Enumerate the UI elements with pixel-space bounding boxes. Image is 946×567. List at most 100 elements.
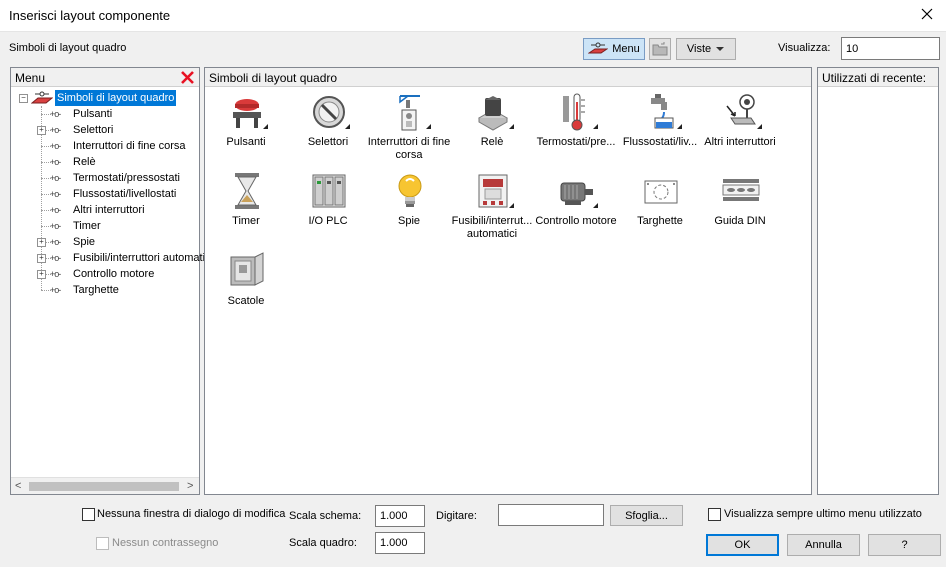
submenu-indicator-icon	[426, 124, 431, 129]
tree-item[interactable]: +o- Flussostati/livellostati	[17, 186, 197, 202]
no-dialog-label: Nessuna finestra di dialogo di modifica	[97, 508, 286, 520]
symbols-panel-title: Simboli di layout quadro	[209, 71, 338, 85]
sfoglia-label: Sfoglia...	[625, 509, 668, 522]
visualizza-input[interactable]: 10	[841, 37, 940, 60]
expand-icon[interactable]: +	[37, 254, 46, 263]
bulb-icon	[390, 171, 430, 211]
expand-icon[interactable]: +	[37, 238, 46, 247]
ok-button[interactable]: OK	[706, 534, 779, 556]
scala-quadro-input[interactable]: 1.000	[375, 532, 425, 554]
viste-button[interactable]: Viste	[676, 38, 736, 60]
tree-item[interactable]: +o- Pulsanti	[17, 106, 197, 122]
symbol-item-label: Altri interruttori	[704, 136, 776, 148]
close-window-button[interactable]	[914, 3, 940, 27]
symbol-item[interactable]: Altri interruttori	[699, 90, 781, 166]
push-button-icon	[227, 92, 267, 132]
symbol-item-label: Relè	[480, 136, 504, 148]
ok-label: OK	[734, 539, 751, 551]
tree-item[interactable]: + +o- Controllo motore	[17, 266, 197, 282]
scala-schema-input[interactable]: 1.000	[375, 505, 425, 527]
symbol-item[interactable]: Spie	[368, 169, 450, 245]
submenu-indicator-icon	[509, 203, 514, 208]
symbol-item[interactable]: Guida DIN	[699, 169, 781, 245]
scroll-right-icon[interactable]: >	[187, 480, 193, 492]
tree-root[interactable]: − Simboli di layout quadro	[17, 90, 197, 106]
toolbar-label: Simboli di layout quadro	[9, 42, 127, 54]
layout-symbol-icon	[588, 42, 609, 54]
scrollbar-thumb[interactable]	[29, 482, 179, 491]
symbol-item-label: Fusibili/interrut... automatici	[451, 215, 533, 240]
tree-item[interactable]: +o- Termostati/pressostati	[17, 170, 197, 186]
menu-horizontal-scrollbar[interactable]: < >	[11, 477, 199, 494]
folder-up-button[interactable]	[649, 38, 671, 60]
layout-symbol-icon	[31, 91, 53, 104]
tree-item-label: Timer	[73, 220, 101, 232]
tree-item[interactable]: +o- Timer	[17, 218, 197, 234]
tree-items: +o- Pulsanti + +o- Selettori +o- Interruttori …	[17, 106, 213, 298]
submenu-indicator-icon	[593, 203, 598, 208]
tree-item[interactable]: +o- Targhette	[17, 282, 197, 298]
symbol-item-label: Spie	[397, 215, 421, 227]
tree-item[interactable]: +o- Altri interruttori	[17, 202, 197, 218]
chevron-down-icon	[716, 47, 725, 51]
submenu-indicator-icon	[757, 124, 762, 129]
symbol-item[interactable]: Interruttori di fine corsa	[368, 90, 450, 166]
symbol-item[interactable]: Timer	[205, 169, 287, 245]
contact-symbol-icon: +o-	[50, 141, 61, 151]
collapse-icon[interactable]: −	[19, 94, 28, 103]
hourglass-icon	[227, 171, 267, 211]
symbol-item-label: Flussostati/liv...	[622, 136, 698, 148]
help-button[interactable]: ?	[868, 534, 941, 556]
tree-item-label: Controllo motore	[73, 268, 155, 280]
no-tag-checkbox[interactable]	[96, 537, 109, 550]
close-icon	[921, 8, 933, 20]
other-switch-icon	[721, 92, 761, 132]
symbol-item-label: I/O PLC	[308, 215, 348, 227]
symbol-item[interactable]: Fusibili/interrut... automatici	[451, 169, 533, 245]
tree-item[interactable]: +o- Interruttori di fine corsa	[17, 138, 197, 154]
symbol-item[interactable]: Flussostati/liv...	[619, 90, 701, 166]
submenu-indicator-icon	[263, 124, 268, 129]
tree-item[interactable]: + +o- Spie	[17, 234, 197, 250]
expand-icon[interactable]: +	[37, 270, 46, 279]
delete-menu-button[interactable]	[180, 70, 195, 85]
symbol-item[interactable]: Controllo motore	[535, 169, 617, 245]
recent-panel: Utilizzati di recente:	[817, 67, 939, 495]
nameplate-icon	[641, 171, 681, 211]
visualizza-label: Visualizza:	[778, 42, 831, 54]
limit-switch-icon	[390, 92, 430, 132]
sfoglia-button[interactable]: Sfoglia...	[610, 505, 683, 526]
no-dialog-checkbox[interactable]	[82, 508, 95, 521]
faucet-icon	[641, 92, 681, 132]
tree-item-label: Spie	[73, 236, 96, 248]
expand-icon[interactable]: +	[37, 126, 46, 135]
menu-panel-title: Menu	[15, 71, 46, 85]
symbol-item[interactable]: Relè	[451, 90, 533, 166]
tree-item[interactable]: + +o- Fusibili/interruttori automatici	[17, 250, 213, 266]
symbol-item[interactable]: Scatole	[205, 249, 287, 325]
symbol-item[interactable]: Termostati/pre...	[535, 90, 617, 166]
symbol-item[interactable]: Selettori	[287, 90, 369, 166]
annulla-button[interactable]: Annulla	[787, 534, 860, 556]
tree-item-label: Targhette	[73, 284, 119, 296]
recent-panel-header: Utilizzati di recente:	[818, 68, 938, 87]
title-bar: Inserisci layout componente	[0, 0, 946, 32]
scroll-left-icon[interactable]: <	[15, 480, 21, 492]
symbol-item-label: Targhette	[637, 215, 683, 227]
tree-item-label: Pulsanti	[73, 108, 113, 120]
contact-symbol-icon: +o-	[50, 253, 61, 263]
symbol-item[interactable]: Pulsanti	[205, 90, 287, 166]
symbol-item[interactable]: I/O PLC	[287, 169, 369, 245]
tree-item[interactable]: + +o- Selettori	[17, 122, 197, 138]
thermometer-icon	[557, 92, 597, 132]
contact-symbol-icon: +o-	[50, 109, 61, 119]
tree-item[interactable]: +o- Relè	[17, 154, 197, 170]
annulla-label: Annulla	[805, 539, 842, 551]
menu-panel: Menu − Simboli di layout quadro +o- Pulsa…	[10, 67, 213, 495]
symbol-item-label: Interruttori di fine corsa	[367, 136, 451, 161]
menu-button[interactable]: Menu	[583, 38, 645, 60]
symbol-item[interactable]: Targhette	[619, 169, 701, 245]
always-last-menu-checkbox[interactable]	[708, 508, 721, 521]
contact-symbol-icon: +o-	[50, 237, 61, 247]
digitare-input[interactable]	[498, 504, 604, 526]
